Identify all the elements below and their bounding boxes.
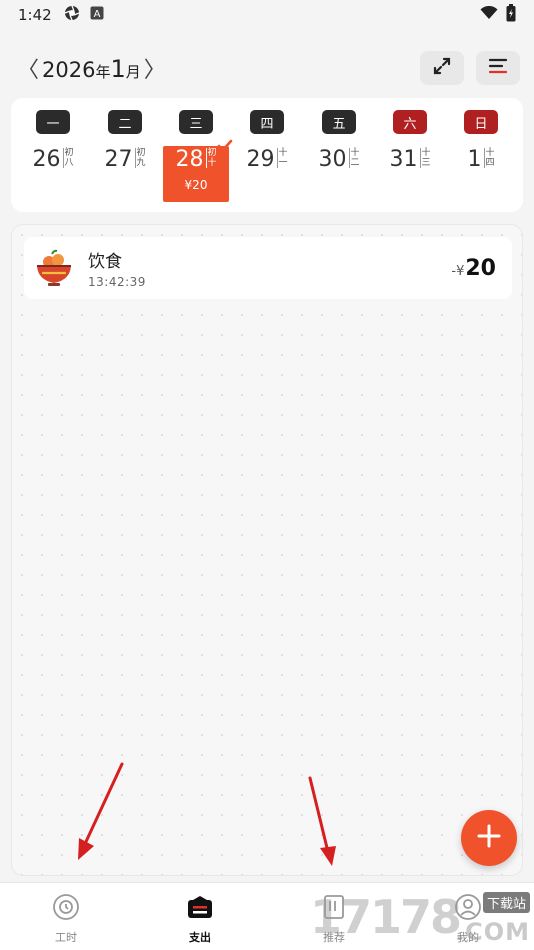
clock-icon [52,893,80,925]
week-calendar: 一 26 初八 二 27 初九 三 28 初十 ¥20 四 29 十一 五 30… [11,98,523,212]
watermark: 17178 下载站 .COM [310,888,534,950]
battery-icon [506,4,516,26]
date-cell[interactable]: 29 十一 [234,146,300,202]
filter-menu-button[interactable] [476,51,520,85]
next-month-button[interactable]: 〉 [141,52,169,84]
year-unit: 年 [95,63,111,81]
expense-time: 13:42:39 [88,275,146,289]
weekday-badge: 四 [250,110,284,134]
date-number: 30 [318,147,347,172]
nav-label: 工时 [55,931,77,944]
expense-item[interactable]: 饮食 13:42:39 -¥ 20 [24,237,512,299]
lunar-date: 十一 [276,148,288,168]
lunar-date: 初九 [134,148,146,168]
menu-icon [487,57,509,79]
date-cell[interactable]: 27 初九 [92,146,158,202]
date-number: 26 [32,147,61,172]
month-unit: 月 [125,63,141,81]
date-number: 1 [467,147,482,172]
expense-category: 饮食 [88,252,122,272]
annotation-arrow-icon [308,776,336,866]
selected-date-cell[interactable]: 28 初十 ¥20 [163,139,233,202]
date-cell[interactable]: 30 十二 [306,146,372,202]
date-number: 29 [246,147,275,172]
day-column[interactable]: 日 1 十四 [446,110,516,210]
header: 〈 2026 年 1 月 〉 [0,46,534,90]
day-column[interactable]: 六 31 十三 [375,110,445,210]
lunar-date: 十三 [419,148,431,168]
month-text: 1 [110,55,126,83]
expense-amount: 20 [465,255,496,281]
prev-month-button[interactable]: 〈 [14,52,42,84]
day-column[interactable]: 一 26 初八 [18,110,88,210]
date-cell[interactable]: 26 初八 [20,146,86,202]
watermark-digits: 17178 [310,890,462,944]
status-bar: 1:42 A [0,0,534,30]
nav-label: 支出 [189,931,211,944]
weekday-badge: 六 [393,110,427,134]
weekday-badge: 一 [36,110,70,134]
date-number: 28 [175,147,204,172]
day-column[interactable]: 四 29 十一 [232,110,302,210]
date-cell[interactable]: 1 十四 [448,146,514,202]
expand-icon [432,56,452,80]
day-column[interactable]: 五 30 十二 [304,110,374,210]
day-total-amount: ¥20 [184,178,208,192]
nav-item-worktime[interactable]: 工时 [31,893,101,945]
expand-button[interactable] [420,51,464,85]
status-time: 1:42 [18,6,52,24]
a-icon: A [90,6,104,24]
watermark-domain: .COM [454,918,530,946]
year-text: 2026 [42,58,96,82]
date-number: 27 [104,147,133,172]
lunar-date: 十四 [483,148,495,168]
day-column-selected[interactable]: 三 28 初十 ¥20 [161,110,233,210]
wallet-icon [186,893,214,925]
watermark-site: 下载站 [482,892,530,913]
annotation-arrow-icon [78,762,124,860]
date-number: 31 [389,147,418,172]
food-bowl-icon [32,246,76,290]
svg-text:A: A [93,9,100,20]
plus-icon [476,823,502,853]
nav-item-expense[interactable]: 支出 [165,893,235,945]
day-column[interactable]: 二 27 初九 [90,110,160,210]
lunar-date: 初八 [62,148,74,168]
date-cell[interactable]: 31 十三 [377,146,443,202]
weekday-badge: 日 [464,110,498,134]
weekday-badge: 五 [322,110,356,134]
weekday-badge: 三 [179,110,213,134]
add-expense-button[interactable] [461,810,517,866]
month-selector: 〈 2026 年 1 月 〉 [14,52,169,84]
aperture-icon [64,5,80,25]
lunar-date: 十二 [348,148,360,168]
lunar-date: 初十 [205,148,217,168]
weekday-badge: 二 [108,110,142,134]
amount-sign: -¥ [451,263,465,279]
wifi-icon [480,5,498,24]
checkmark-icon [217,138,233,157]
